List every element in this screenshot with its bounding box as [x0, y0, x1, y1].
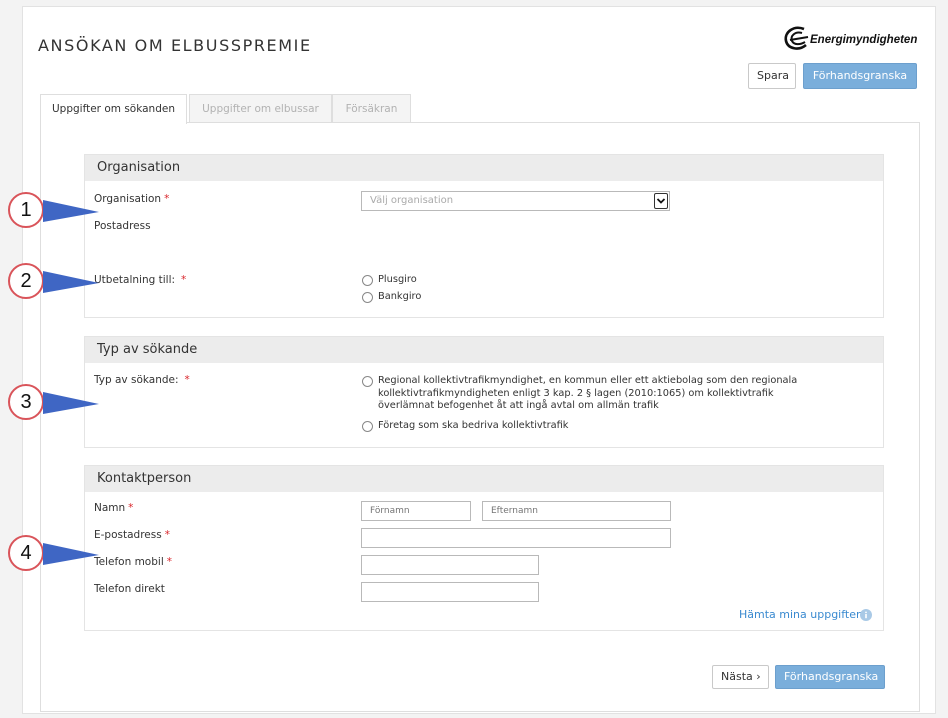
radio-regional-authority[interactable]: Regional kollektivtrafikmyndighet, en ko… — [362, 375, 832, 413]
organisation-label: Organisation * — [94, 193, 169, 205]
radio-button[interactable] — [362, 275, 373, 286]
page-title: ANSÖKAN OM ELBUSSPREMIE — [38, 36, 312, 55]
spara-button[interactable]: Spara — [748, 63, 796, 89]
required-marker: * — [181, 274, 187, 286]
radio-plusgiro-label: Plusgiro — [378, 274, 417, 285]
pointer-arrow-icon — [43, 200, 99, 222]
radio-button[interactable] — [362, 421, 373, 432]
tab-uppgifter-om-elbussar[interactable]: Uppgifter om elbussar — [189, 94, 332, 123]
mobile-phone-field[interactable] — [361, 555, 539, 575]
email-field[interactable] — [361, 528, 671, 548]
firstname-input[interactable] — [361, 501, 471, 521]
radio-bankgiro[interactable]: Bankgiro — [362, 291, 421, 304]
mobile-label-text: Telefon mobil — [94, 556, 164, 568]
radio-plusgiro[interactable]: Plusgiro — [362, 274, 417, 287]
organisation-select-placeholder: Välj organisation — [370, 195, 454, 206]
organisation-panel: Organisation — [84, 154, 884, 318]
contact-heading: Kontaktperson — [85, 466, 883, 492]
radio-regional-authority-label: Regional kollektivtrafikmyndighet, en ko… — [378, 375, 798, 411]
applicant-type-label: Typ av sökande: * — [94, 374, 190, 386]
contact-panel: Kontaktperson — [84, 465, 884, 631]
applicant-type-label-text: Typ av sökande: — [94, 374, 179, 386]
chevron-down-icon[interactable] — [654, 193, 668, 209]
info-icon[interactable] — [860, 609, 872, 621]
organisation-label-text: Organisation — [94, 193, 162, 205]
name-label: Namn * — [94, 502, 133, 514]
email-label-text: E-postadress — [94, 529, 162, 541]
pointer-arrow-icon — [43, 392, 99, 414]
radio-bankgiro-label: Bankgiro — [378, 291, 422, 302]
required-marker: * — [164, 193, 170, 205]
required-marker: * — [164, 529, 170, 541]
required-marker: * — [166, 556, 172, 568]
radio-button[interactable] — [362, 292, 373, 303]
payout-label: Utbetalning till: * — [94, 274, 186, 286]
mobile-label: Telefon mobil * — [94, 556, 172, 568]
lastname-input[interactable] — [482, 501, 671, 521]
pointer-arrow-icon — [43, 271, 99, 293]
radio-company[interactable]: Företag som ska bedriva kollektivtrafik — [362, 420, 568, 433]
organisation-heading: Organisation — [85, 155, 883, 181]
preview-button-top[interactable]: Förhandsgranska — [803, 63, 917, 89]
radio-company-label: Företag som ska bedriva kollektivtrafik — [378, 420, 569, 431]
callout-number: 2 — [8, 263, 44, 299]
energimyndigheten-logo: Energimyndigheten — [782, 24, 922, 56]
required-marker: * — [128, 502, 134, 514]
swoosh-logo-icon — [784, 26, 809, 50]
organisation-select[interactable]: Välj organisation — [361, 191, 670, 211]
fetch-my-details-link[interactable]: Hämta mina uppgifter — [739, 608, 861, 621]
tab-forsakran[interactable]: Försäkran — [332, 94, 411, 123]
direct-phone-label: Telefon direkt — [94, 583, 165, 595]
callout-number: 3 — [8, 384, 44, 420]
callout-number: 4 — [8, 535, 44, 571]
applicant-type-heading: Typ av sökande — [85, 337, 883, 363]
preview-button-bottom[interactable]: Förhandsgranska — [775, 665, 885, 689]
email-label: E-postadress * — [94, 529, 170, 541]
pointer-arrow-icon — [43, 543, 99, 565]
direct-phone-field[interactable] — [361, 582, 539, 602]
next-button[interactable]: Nästa › — [712, 665, 769, 689]
radio-button[interactable] — [362, 376, 373, 387]
logo-text: Energimyndigheten — [810, 34, 918, 46]
callout-number: 1 — [8, 192, 44, 228]
payout-label-text: Utbetalning till: — [94, 274, 176, 286]
tab-uppgifter-om-sokanden[interactable]: Uppgifter om sökanden — [40, 94, 187, 124]
name-label-text: Namn — [94, 502, 126, 514]
required-marker: * — [184, 374, 190, 386]
